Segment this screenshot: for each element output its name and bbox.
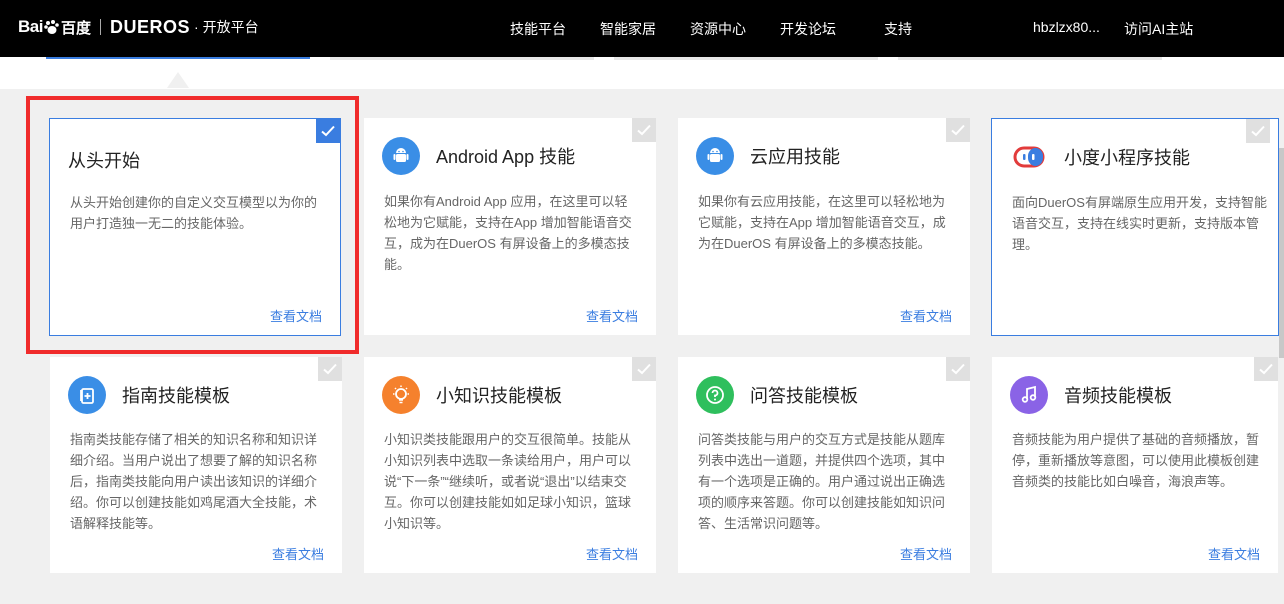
top-nav-bar: Bai 百度 DUEROS · 开放平台 技能平台 智能家居 资源中心 开发论坛… bbox=[0, 0, 1284, 57]
nav-dev-forum[interactable]: 开发论坛 bbox=[780, 19, 836, 39]
brand-bai: Bai bbox=[18, 17, 43, 36]
user-account[interactable]: hbzlzx80... bbox=[1033, 19, 1100, 35]
guide-icon bbox=[68, 376, 106, 414]
check-icon bbox=[632, 357, 656, 381]
brand-divider bbox=[99, 19, 101, 35]
nav-skill-platform[interactable]: 技能平台 bbox=[510, 19, 566, 39]
tab-strip bbox=[0, 57, 1284, 89]
card-desc: 如果你有云应用技能，在这里可以轻松地为它赋能，支持在App 增加智能语音交互，成… bbox=[698, 194, 946, 251]
highlight-box bbox=[26, 96, 359, 354]
check-icon bbox=[946, 357, 970, 381]
check-icon bbox=[318, 357, 342, 381]
android-icon bbox=[696, 137, 734, 175]
question-icon bbox=[696, 376, 734, 414]
card-title: 问答技能模板 bbox=[750, 386, 858, 406]
scrollbar[interactable] bbox=[1279, 148, 1284, 358]
card-audio-template[interactable]: 音频技能模板 音频技能为用户提供了基础的音频播放，暂停，重新播放等意图，可以使用… bbox=[992, 357, 1278, 573]
baidu-paw-icon bbox=[44, 19, 59, 34]
card-title: 小知识技能模板 bbox=[436, 386, 562, 406]
card-cloud-app[interactable]: 云应用技能 如果你有云应用技能，在这里可以轻松地为它赋能，支持在App 增加智能… bbox=[678, 118, 970, 335]
card-desc: 音频技能为用户提供了基础的音频播放，暂停，重新播放等意图，可以使用此模板创建音频… bbox=[1012, 432, 1260, 489]
tab-caret bbox=[167, 72, 189, 88]
brand-baidu-cn: 百度 bbox=[60, 19, 91, 37]
tab-card-active[interactable] bbox=[46, 57, 310, 59]
view-docs-link[interactable]: 查看文档 bbox=[586, 306, 638, 325]
check-icon bbox=[946, 118, 970, 142]
card-guide-template[interactable]: 指南技能模板 指南类技能存储了相关的知识名称和知识详细介绍。当用户说出了想要了解… bbox=[50, 357, 342, 573]
card-desc: 小知识类技能跟用户的交互很简单。技能从小知识列表中选取一条读给用户，用户可以说“… bbox=[384, 432, 632, 531]
brand-dueros: DUEROS bbox=[109, 16, 190, 37]
view-docs-link[interactable]: 查看文档 bbox=[586, 544, 638, 563]
view-docs-link[interactable]: 查看文档 bbox=[900, 306, 952, 325]
check-icon bbox=[1254, 357, 1278, 381]
nav-resource-center[interactable]: 资源中心 bbox=[690, 19, 746, 39]
card-title: 小度小程序技能 bbox=[1064, 148, 1190, 168]
view-docs-link[interactable]: 查看文档 bbox=[900, 544, 952, 563]
brand-platform: 开放平台 bbox=[202, 19, 259, 35]
view-docs-link[interactable]: 查看文档 bbox=[272, 544, 324, 563]
card-mini-program[interactable]: 小度小程序技能 面向DuerOS有屏端原生应用开发，支持智能语音交互，支持在线实… bbox=[991, 118, 1279, 336]
card-desc: 面向DuerOS有屏端原生应用开发，支持智能语音交互，支持在线实时更新，支持版本… bbox=[1012, 195, 1267, 252]
check-icon bbox=[1246, 119, 1270, 143]
nav-support[interactable]: 支持 bbox=[884, 19, 912, 39]
check-icon bbox=[632, 118, 656, 142]
card-title: 指南技能模板 bbox=[122, 386, 230, 406]
tab-card-2[interactable] bbox=[330, 57, 594, 60]
card-title: 云应用技能 bbox=[750, 147, 840, 167]
visit-ai-link[interactable]: 访问AI主站 bbox=[1124, 19, 1193, 39]
card-desc: 如果你有Android App 应用，在这里可以轻松地为它赋能，支持在App 增… bbox=[384, 194, 632, 272]
brand-logo[interactable]: Bai 百度 DUEROS · 开放平台 bbox=[18, 14, 259, 40]
card-title: 音频技能模板 bbox=[1064, 386, 1172, 406]
tab-card-4[interactable] bbox=[898, 57, 1162, 60]
brand-dot: · bbox=[194, 19, 199, 35]
card-android-app[interactable]: Android App 技能 如果你有Android App 应用，在这里可以轻… bbox=[364, 118, 656, 335]
android-icon bbox=[382, 137, 420, 175]
card-desc: 问答类技能与用户的交互方式是技能从题库列表中选出一道题，并提供四个选项，其中有一… bbox=[698, 432, 946, 531]
card-qa-template[interactable]: 问答技能模板 问答类技能与用户的交互方式是技能从题库列表中选出一道题，并提供四个… bbox=[678, 357, 970, 573]
card-title: Android App 技能 bbox=[436, 147, 576, 167]
card-desc: 指南类技能存储了相关的知识名称和知识详细介绍。当用户说出了想要了解的知识名称后，… bbox=[70, 432, 318, 531]
tab-card-3[interactable] bbox=[614, 57, 878, 60]
nav-smart-home[interactable]: 智能家居 bbox=[600, 19, 656, 39]
view-docs-link[interactable]: 查看文档 bbox=[1208, 544, 1260, 563]
card-tips-template[interactable]: 小知识技能模板 小知识类技能跟用户的交互很简单。技能从小知识列表中选取一条读给用… bbox=[364, 357, 656, 573]
mini-program-icon bbox=[1010, 138, 1048, 176]
music-icon bbox=[1010, 376, 1048, 414]
lightbulb-icon bbox=[382, 376, 420, 414]
